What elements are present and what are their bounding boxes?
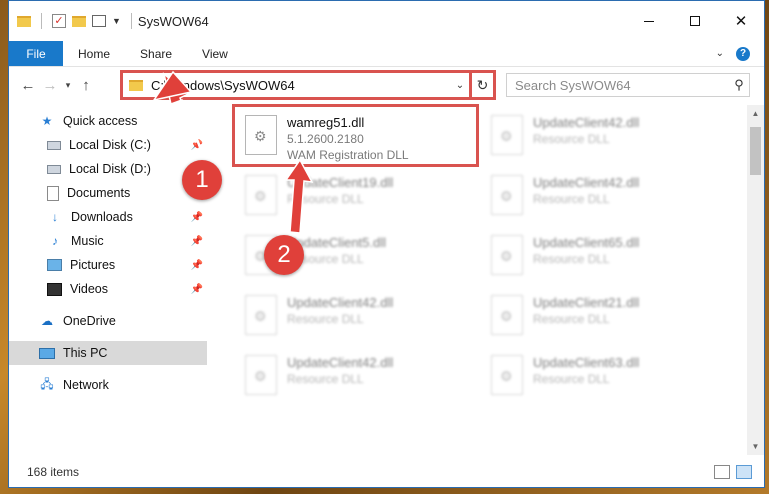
arrow-to-file (284, 158, 314, 234)
step-badge-1: 1 (182, 160, 222, 200)
callout-arrows (152, 70, 314, 234)
step-badge-2: 2 (264, 235, 304, 275)
